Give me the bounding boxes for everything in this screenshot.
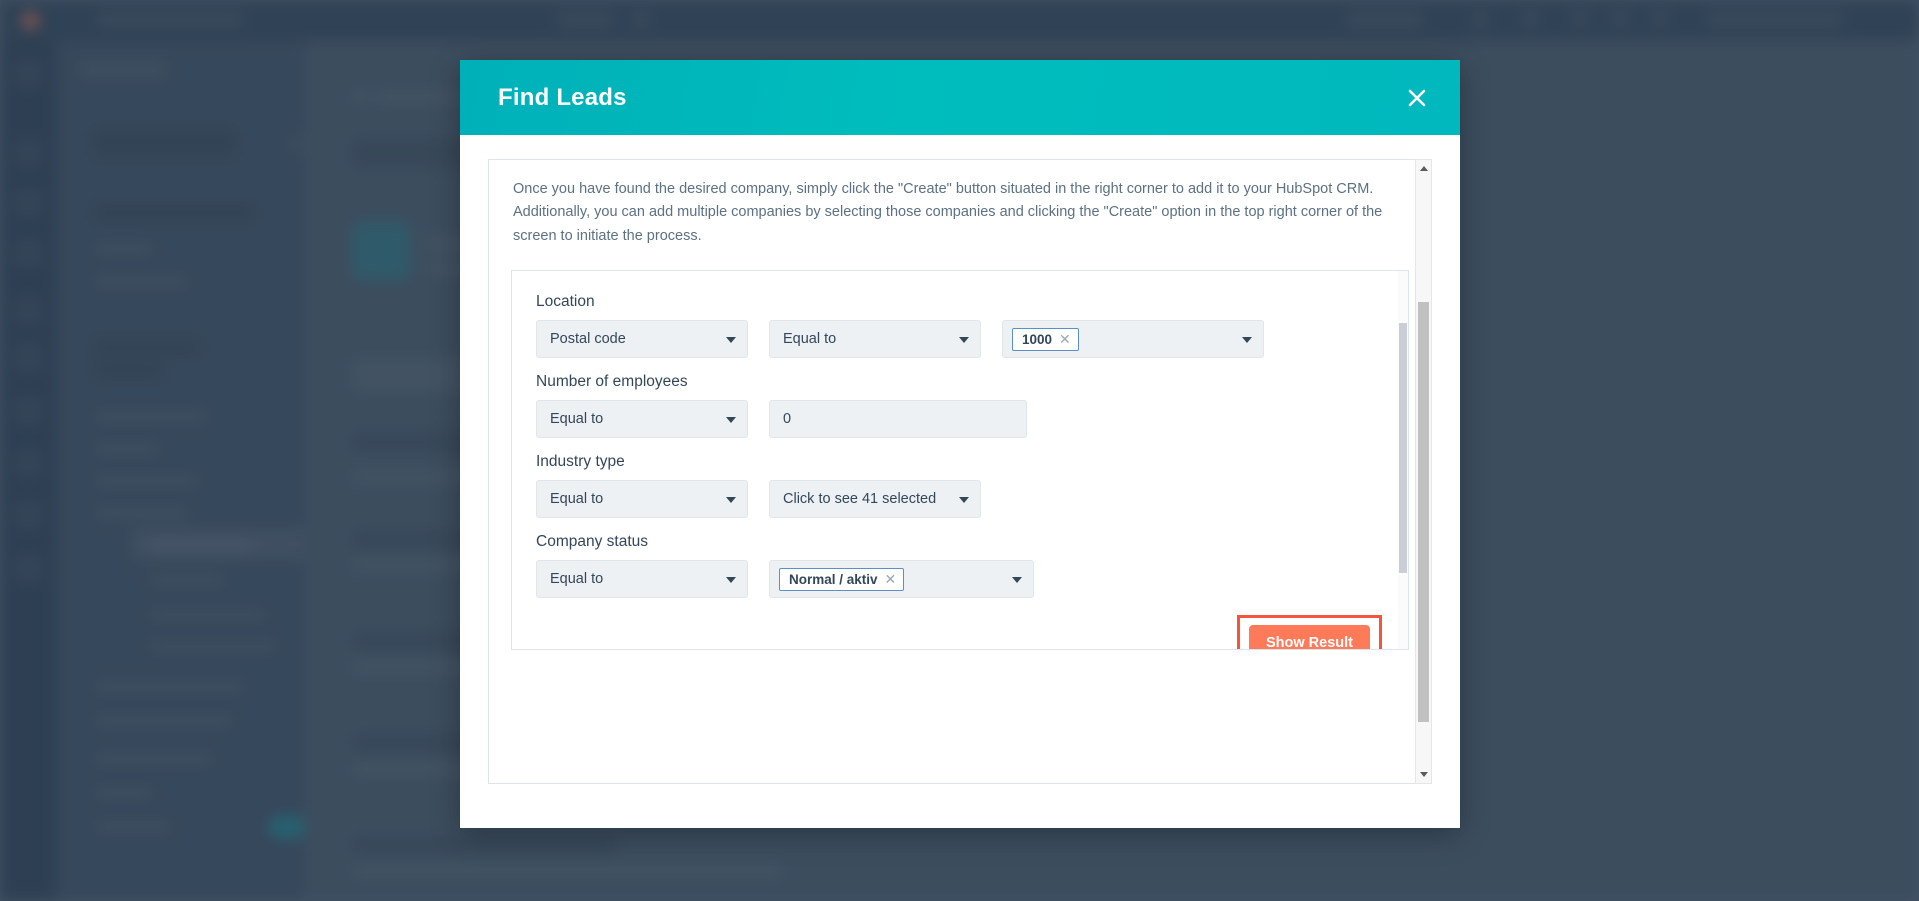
chevron-down-icon — [959, 497, 969, 504]
location-field-select[interactable]: Postal code — [536, 320, 748, 359]
filter-card-scrollbar-thumb[interactable] — [1399, 323, 1407, 574]
industry-operator-select[interactable]: Equal to — [536, 480, 748, 519]
modal-header: Find Leads — [460, 60, 1460, 135]
filter-group-employees: Number of employees Equal to 0 — [536, 373, 1384, 439]
company-status-label: Company status — [536, 533, 648, 551]
modal-body: Once you have found the desired company,… — [460, 135, 1460, 828]
remove-chip-icon[interactable]: ✕ — [1059, 332, 1071, 346]
location-field-select-value: Postal code — [550, 331, 626, 348]
filter-group-company-status: Company status Equal to Normal / aktiv ✕ — [536, 533, 1384, 599]
location-chip-label: 1000 — [1022, 331, 1053, 347]
industry-row: Equal to Click to see 41 selected — [536, 480, 1384, 519]
chevron-down-icon — [726, 337, 736, 344]
employees-operator-select[interactable]: Equal to — [536, 400, 748, 439]
company-status-operator-select[interactable]: Equal to — [536, 560, 748, 599]
modal-title: Find Leads — [498, 83, 627, 111]
company-status-operator-value: Equal to — [550, 571, 604, 588]
chevron-down-icon — [726, 497, 736, 504]
remove-chip-icon[interactable]: ✕ — [885, 572, 897, 586]
employees-operator-value: Equal to — [550, 411, 604, 428]
find-leads-modal: Find Leads Once you have found the desir… — [460, 60, 1460, 828]
industry-operator-value: Equal to — [550, 491, 604, 508]
modal-scroll-panel: Once you have found the desired company,… — [488, 159, 1432, 784]
company-status-row: Equal to Normal / aktiv ✕ — [536, 560, 1384, 599]
employees-row: Equal to 0 — [536, 400, 1384, 439]
location-operator-select[interactable]: Equal to — [769, 320, 981, 359]
filter-group-industry: Industry type Equal to Click to see 41 s… — [536, 453, 1384, 519]
scroll-down-icon[interactable] — [1416, 766, 1431, 783]
company-status-chip-label: Normal / aktiv — [789, 571, 878, 587]
industry-label: Industry type — [536, 453, 625, 471]
employees-value-input[interactable]: 0 — [769, 400, 1027, 439]
chevron-down-icon — [959, 337, 969, 344]
location-operator-value: Equal to — [783, 331, 837, 348]
location-label: Location — [536, 293, 595, 311]
company-status-value-chip: Normal / aktiv ✕ — [779, 567, 905, 591]
scroll-up-icon[interactable] — [1416, 160, 1431, 177]
industry-value-text: Click to see 41 selected — [783, 491, 937, 508]
location-value-select[interactable]: 1000 ✕ — [1002, 320, 1264, 359]
chevron-down-icon — [1242, 337, 1252, 344]
filter-group-location: Location Postal code Equal to 1000 ✕ — [536, 293, 1384, 359]
show-result-button[interactable]: Show Result — [1248, 625, 1370, 650]
employees-label: Number of employees — [536, 373, 688, 391]
close-icon[interactable] — [1396, 77, 1438, 119]
company-status-value-select[interactable]: Normal / aktiv ✕ — [769, 560, 1034, 599]
modal-scrollbar[interactable] — [1415, 159, 1432, 784]
filter-card: Location Postal code Equal to 1000 ✕ Num… — [511, 270, 1409, 651]
chevron-down-icon — [1012, 577, 1022, 584]
chevron-down-icon — [726, 577, 736, 584]
intro-instructions: Once you have found the desired company,… — [513, 181, 1383, 244]
modal-scroll-content: Once you have found the desired company,… — [489, 160, 1431, 783]
action-row: Show Result — [536, 615, 1384, 650]
filter-card-scrollbar[interactable] — [1398, 271, 1408, 650]
chevron-down-icon — [726, 417, 736, 424]
modal-scrollbar-thumb[interactable] — [1418, 302, 1429, 722]
location-value-chip: 1000 ✕ — [1012, 327, 1079, 351]
location-row: Postal code Equal to 1000 ✕ — [536, 320, 1384, 359]
industry-value-select[interactable]: Click to see 41 selected — [769, 480, 981, 519]
show-result-highlight: Show Result — [1236, 615, 1382, 650]
